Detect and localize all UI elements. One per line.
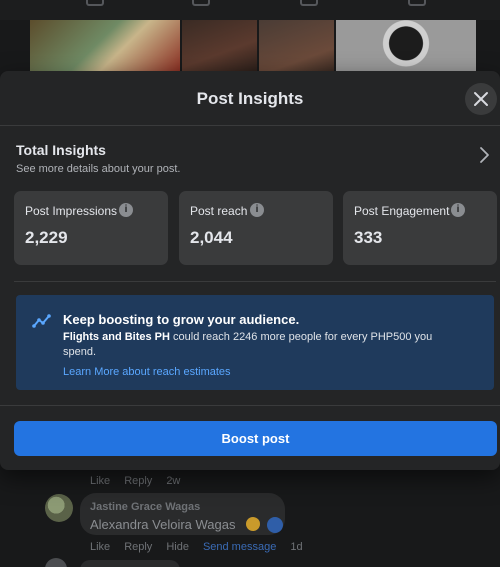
comment-like-link[interactable]: Like [90, 541, 110, 553]
stat-value: 333 [354, 228, 383, 247]
comment-text: Alexandra Veloira Wagas [90, 517, 236, 532]
comment-bubble [80, 560, 180, 567]
emoji-icon [246, 517, 260, 531]
boost-info-text: Flights and Bites PH could reach 2246 mo… [63, 330, 463, 360]
comment-hide-link[interactable]: Hide [166, 541, 189, 553]
close-button[interactable] [465, 83, 497, 115]
modal-title: Post Insights [196, 89, 304, 108]
comment-time: 2w [166, 475, 181, 487]
reach-estimates-link[interactable]: Learn More about reach estimates [63, 366, 231, 378]
post-insights-modal: Post Insights Total Insights See more de… [0, 71, 500, 470]
boost-info-heading: Keep boosting to grow your audience. [63, 312, 300, 327]
total-insights-subtitle: See more details about your post. [16, 163, 181, 175]
divider [14, 281, 496, 282]
boost-info-banner: Keep boosting to grow your audience. Fli… [16, 295, 494, 390]
boost-post-button[interactable]: Boost post [14, 421, 497, 456]
background-nav-icon [300, 0, 318, 6]
comment-reply-link[interactable]: Reply [124, 541, 152, 553]
comment-actions: Like Reply Hide Send message 1d [90, 541, 303, 553]
stat-card-reach: Post reach i 2,044 [179, 191, 333, 265]
chevron-right-icon [480, 147, 489, 163]
background-photo [30, 20, 180, 72]
background-nav-icon [192, 0, 210, 6]
modal-header: Post Insights [0, 71, 500, 126]
stat-label: Post Engagement [354, 204, 450, 218]
like-reaction-icon [267, 517, 283, 533]
avatar[interactable] [45, 494, 73, 522]
stat-card-engagement: Post Engagement i 333 [343, 191, 497, 265]
background-photo [336, 20, 476, 72]
divider [0, 405, 500, 406]
background-photo [259, 20, 334, 72]
background-photo-grid [30, 20, 476, 72]
stat-label: Post Impressions [25, 204, 118, 218]
send-message-link[interactable]: Send message [203, 541, 276, 553]
background-top-bar [0, 0, 500, 20]
close-icon [474, 92, 488, 106]
comment-time: 1d [290, 541, 303, 553]
info-icon[interactable]: i [119, 203, 133, 217]
comment-author[interactable]: Jastine Grace Wagas [90, 501, 200, 513]
stat-value: 2,229 [25, 228, 68, 247]
total-insights-title: Total Insights [16, 142, 106, 158]
comment-reply-link[interactable]: Reply [124, 475, 152, 487]
background-nav-icon [86, 0, 104, 6]
comment-like-link[interactable]: Like [90, 475, 110, 487]
total-insights-row[interactable]: Total Insights See more details about yo… [0, 126, 500, 186]
background-photo [182, 20, 257, 72]
stat-label: Post reach [190, 204, 248, 218]
trending-up-icon [32, 314, 51, 328]
page-name: Flights and Bites PH [63, 331, 170, 343]
background-nav-icon [408, 0, 426, 6]
stat-value: 2,044 [190, 228, 233, 247]
stat-card-impressions: Post Impressions i 2,229 [14, 191, 168, 265]
info-icon[interactable]: i [250, 203, 264, 217]
info-icon[interactable]: i [451, 203, 465, 217]
comment-actions-top: Like Reply 2w [90, 475, 180, 487]
